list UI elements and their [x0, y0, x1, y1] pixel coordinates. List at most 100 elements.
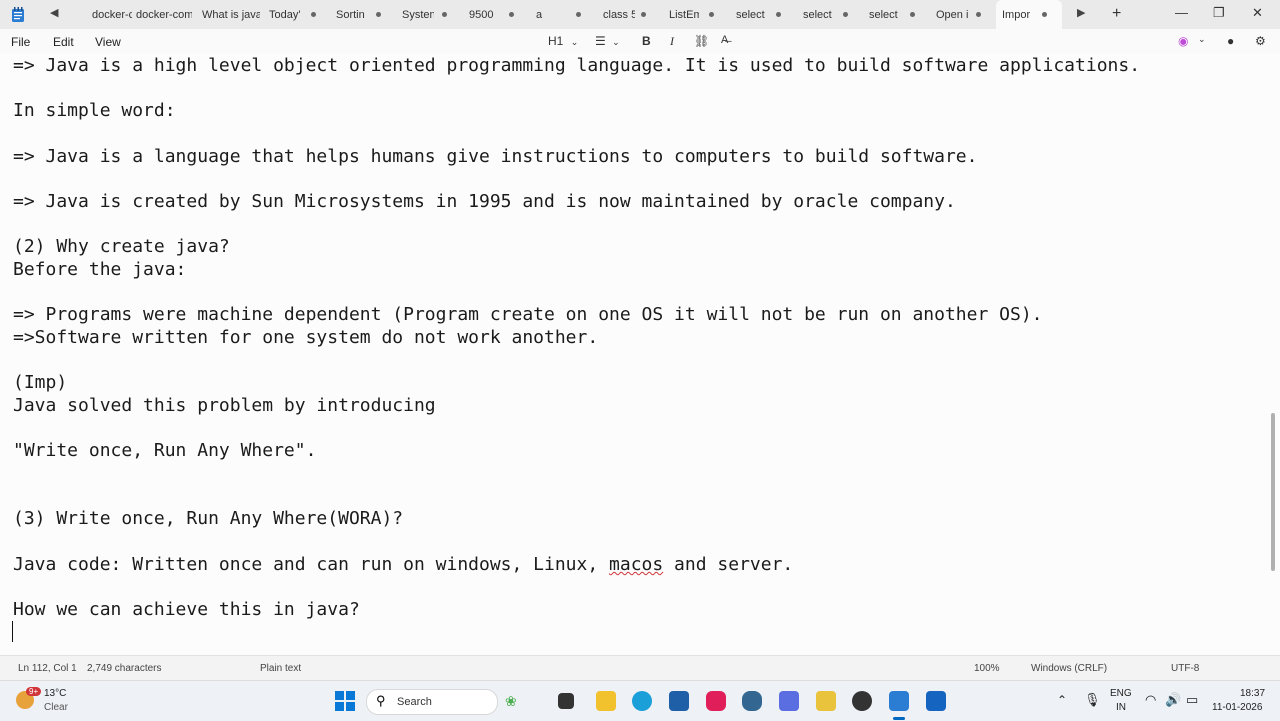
tab-active[interactable]: Impor	[996, 0, 1062, 29]
close-icon[interactable]: ✕	[1252, 5, 1263, 21]
menu-view[interactable]: View	[95, 35, 121, 49]
tab-close-dot[interactable]	[1042, 12, 1047, 17]
tab[interactable]: select	[869, 0, 919, 29]
italic-icon[interactable]: I	[670, 34, 674, 49]
tab-close-dot[interactable]	[576, 12, 581, 17]
heading-dropdown[interactable]: H1 ⌄	[548, 34, 578, 48]
text-editor[interactable]: => Java is a high level object oriented …	[0, 53, 1280, 655]
tab[interactable]: 9500	[469, 0, 519, 29]
vscode-icon[interactable]	[669, 691, 689, 711]
tab-close-dot[interactable]	[709, 12, 714, 17]
copilot-icon[interactable]: ◉	[1178, 34, 1188, 48]
tab-label: select	[803, 8, 832, 21]
notepad-taskbar-icon[interactable]	[889, 691, 909, 711]
file-explorer-icon[interactable]	[596, 691, 616, 711]
chevron-down-icon[interactable]: ⌄	[1198, 34, 1206, 45]
new-tab-icon[interactable]: +	[1112, 5, 1121, 23]
clear-formatting-icon[interactable]: A̶	[721, 34, 728, 46]
microphone-icon[interactable]: 🎙	[1084, 692, 1101, 708]
tab[interactable]: a	[536, 0, 586, 29]
windows-start-icon[interactable]	[335, 691, 355, 711]
text-line: How we can achieve this in java?	[13, 599, 360, 620]
chevron-down-icon: ⌄	[570, 37, 579, 47]
scroll-tabs-right-icon[interactable]: ▶	[1077, 6, 1085, 19]
tab[interactable]: docker-com	[92, 0, 132, 29]
search-label: Search	[397, 696, 432, 708]
task-view-icon[interactable]	[558, 693, 574, 709]
app-icon[interactable]	[926, 691, 946, 711]
menu-edit[interactable]: Edit	[53, 35, 74, 49]
bold-icon[interactable]: B	[642, 34, 651, 48]
clock-time[interactable]: 18:37	[1240, 688, 1265, 699]
notification-badge: 9+	[26, 687, 42, 696]
clock-date[interactable]: 11-01-2026	[1212, 702, 1262, 713]
link-icon[interactable]: ⛓	[694, 34, 709, 48]
show-hidden-icons[interactable]: ⌃	[1057, 693, 1067, 707]
tab[interactable]: Systen	[402, 0, 452, 29]
tab-label: docker-com	[136, 8, 192, 21]
notepad-icon[interactable]	[12, 7, 24, 22]
tab[interactable]: What is java	[202, 0, 260, 29]
tab-close-dot[interactable]	[641, 12, 646, 17]
chevron-down-icon: ⌄	[612, 37, 620, 47]
zoom-level[interactable]: 100%	[974, 663, 1000, 674]
text-format[interactable]: Plain text	[260, 663, 301, 674]
tab[interactable]: Sortin	[336, 0, 386, 29]
text-line: (Imp)	[13, 372, 68, 393]
tab-close-dot[interactable]	[311, 12, 316, 17]
chrome-icon[interactable]	[852, 691, 872, 711]
tab-close-dot[interactable]	[976, 12, 981, 17]
minimize-icon[interactable]: —	[1175, 5, 1188, 20]
tab[interactable]: class 5	[603, 0, 653, 29]
tab-label: docker-com	[92, 8, 132, 21]
list-icon: ☰	[595, 34, 606, 48]
tab-label: class 5	[603, 8, 635, 21]
encoding[interactable]: UTF-8	[1171, 663, 1199, 674]
volume-icon[interactable]: 🔊	[1165, 692, 1181, 708]
tab[interactable]: docker-com	[136, 0, 192, 29]
tab-label: What is java	[202, 8, 260, 21]
postgresql-icon[interactable]	[742, 691, 762, 711]
line-ending[interactable]: Windows (CRLF)	[1031, 663, 1107, 674]
vertical-scrollbar[interactable]	[1271, 413, 1275, 571]
text-cursor	[12, 621, 13, 642]
tab-label: 9500	[469, 8, 494, 21]
weather-widget[interactable]: 9+ 13°C Clear	[12, 685, 92, 717]
tab[interactable]: Today'	[269, 0, 319, 29]
tab[interactable]: Open i	[936, 0, 986, 29]
tab-close-dot[interactable]	[442, 12, 447, 17]
misspelled-word[interactable]: macos	[609, 554, 663, 575]
taskbar: 9+ 13°C Clear ⚲ Search ❀ ⌃ 🎙 ENG IN ◠ 🔊 …	[0, 680, 1280, 721]
taskbar-search[interactable]: ⚲ Search ❀	[366, 689, 517, 715]
battery-icon[interactable]: ▭	[1186, 692, 1198, 708]
slack-icon[interactable]	[706, 691, 726, 711]
account-icon[interactable]: ●	[1227, 34, 1234, 48]
tab-close-dot[interactable]	[376, 12, 381, 17]
tab-close-dot[interactable]	[776, 12, 781, 17]
menu-file[interactable]: File	[11, 35, 30, 49]
tab-label: Open i	[936, 8, 968, 21]
tab-close-dot[interactable]	[910, 12, 915, 17]
restore-icon[interactable]: ❐	[1213, 5, 1225, 21]
menu-bar: File Edit View H1 ⌄ ☰ ⌄ B I ⛓ A̶ ◉ ⌄ ● ⚙	[0, 29, 1280, 53]
docker-icon[interactable]	[779, 691, 799, 711]
text-line: =>Software written for one system do not…	[13, 327, 599, 348]
tab-close-dot[interactable]	[843, 12, 848, 17]
tab-label: Today'	[269, 8, 301, 21]
language-secondary[interactable]: IN	[1116, 702, 1126, 713]
tab[interactable]: select	[736, 0, 786, 29]
text-line: "Write once, Run Any Where".	[13, 440, 317, 461]
gear-icon[interactable]: ⚙	[1255, 34, 1266, 48]
character-count: 2,749 characters	[87, 663, 162, 674]
language-primary[interactable]: ENG	[1110, 688, 1132, 699]
tab-close-dot[interactable]	[509, 12, 514, 17]
scroll-tabs-left-icon[interactable]: ◀	[50, 6, 58, 19]
list-dropdown[interactable]: ☰ ⌄	[595, 34, 620, 48]
cursor-position: Ln 112, Col 1	[18, 663, 77, 674]
sticky-notes-icon[interactable]	[816, 691, 836, 711]
wifi-icon[interactable]: ◠	[1145, 692, 1156, 708]
tab[interactable]: ListEm	[669, 0, 719, 29]
tab[interactable]: select	[803, 0, 853, 29]
edge-icon[interactable]	[632, 691, 652, 711]
heading-label: H1	[548, 34, 564, 48]
